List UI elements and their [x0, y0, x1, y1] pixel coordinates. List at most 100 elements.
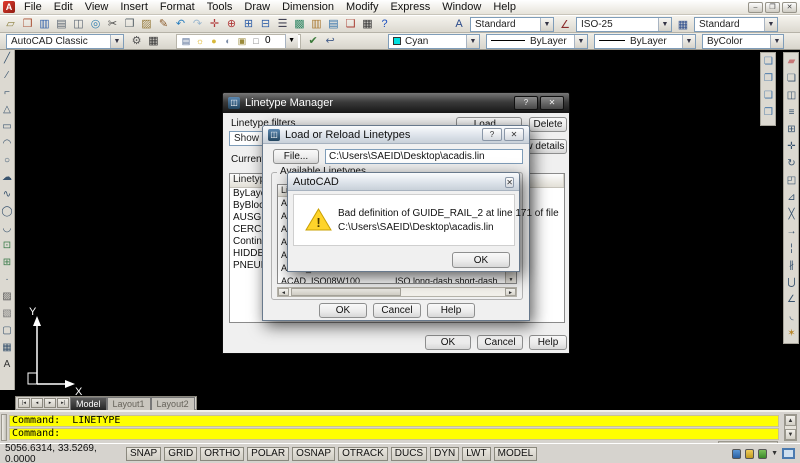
break-at-point-icon[interactable]: ¦: [784, 240, 799, 257]
scroll-right-icon[interactable]: ►: [505, 288, 516, 296]
undo-icon[interactable]: ↶: [172, 16, 189, 32]
ellipse-arc-icon[interactable]: ◡: [0, 220, 15, 237]
make-object-layer-current-icon[interactable]: ✔: [305, 33, 322, 49]
region-icon[interactable]: ▢: [0, 322, 15, 339]
status-toggle[interactable]: SNAP: [126, 446, 162, 461]
spline-icon[interactable]: ∿: [0, 186, 15, 203]
cancel-button[interactable]: Cancel: [477, 335, 523, 350]
send-under-icon[interactable]: ❒: [761, 104, 776, 121]
status-toggle[interactable]: DUCS: [390, 446, 428, 461]
send-to-back-icon[interactable]: ❐: [761, 70, 776, 87]
status-toggle[interactable]: POLAR: [247, 446, 290, 461]
status-toggle[interactable]: MODEL: [493, 446, 538, 461]
sun-icon[interactable]: ●: [207, 34, 221, 48]
polygon-icon[interactable]: △: [0, 101, 15, 118]
sheetset-manager-icon[interactable]: ▤: [325, 16, 342, 32]
chevron-down-icon[interactable]: ▼: [284, 34, 298, 48]
move-icon[interactable]: ✛: [784, 138, 799, 155]
help-button[interactable]: Help: [529, 335, 567, 350]
clean-screen-button[interactable]: [782, 448, 795, 459]
ok-button[interactable]: OK: [452, 252, 510, 268]
plot-layer-icon[interactable]: ▣: [235, 34, 249, 48]
menu-item[interactable]: File: [18, 0, 48, 15]
tab-nav-button[interactable]: ◂: [31, 398, 43, 408]
revision-cloud-icon[interactable]: ☁: [0, 169, 15, 186]
tab-layout1[interactable]: Layout1: [106, 396, 151, 410]
qnew-icon[interactable]: ▱: [2, 16, 19, 32]
color-combo[interactable]: Cyan ▼: [388, 33, 480, 49]
construction-line-icon[interactable]: ∕: [0, 67, 15, 84]
menu-item[interactable]: Draw: [238, 0, 276, 15]
erase-icon[interactable]: ▰: [784, 53, 799, 70]
explode-icon[interactable]: ✶: [784, 325, 799, 342]
linetype-row[interactable]: ACAD_ISO08W100 ISO long-dash short-dash …: [278, 275, 516, 283]
tab-nav-button[interactable]: ▸: [44, 398, 56, 408]
chamfer-icon[interactable]: ∠: [784, 291, 799, 308]
gradient-icon[interactable]: ▧: [0, 305, 15, 322]
load-linetypes-titlebar[interactable]: ◫ Load or Reload Linetypes ? ✕: [263, 126, 529, 144]
cut-icon[interactable]: ✂: [104, 16, 121, 32]
plot-icon[interactable]: ▤: [53, 16, 70, 32]
status-toggle[interactable]: DYN: [430, 446, 460, 461]
plot-style-combo[interactable]: ByColor ▼: [702, 33, 784, 49]
stretch-icon[interactable]: ⊿: [784, 189, 799, 206]
layer-color-swatch-icon[interactable]: □: [249, 34, 263, 48]
ellipse-icon[interactable]: ◯: [0, 203, 15, 220]
status-toggle[interactable]: OTRACK: [338, 446, 388, 461]
rectangle-icon[interactable]: ▭: [0, 118, 15, 135]
linetype-combo[interactable]: ByLayer ▼: [486, 33, 588, 49]
file-path-field[interactable]: C:\Users\SAEID\Desktop\acadis.lin: [325, 149, 523, 164]
chevron-down-icon[interactable]: ▼: [770, 34, 783, 48]
ok-button[interactable]: OK: [425, 335, 471, 350]
plot-preview-icon[interactable]: ◫: [70, 16, 87, 32]
zoom-window-icon[interactable]: ⊞: [240, 16, 257, 32]
copy-object-icon[interactable]: ❏: [784, 70, 799, 87]
open-icon[interactable]: ❒: [19, 16, 36, 32]
status-menu-arrow-icon[interactable]: ▼: [771, 450, 778, 457]
redo-icon[interactable]: ↷: [189, 16, 206, 32]
table-style-combo[interactable]: Standard ▼: [694, 16, 778, 32]
scroll-up-icon[interactable]: ▲: [785, 415, 796, 426]
make-block-icon[interactable]: ⊞: [0, 254, 15, 271]
menu-item[interactable]: Tools: [201, 0, 239, 15]
file-button[interactable]: File...: [273, 149, 319, 164]
zoom-realtime-icon[interactable]: ⊕: [223, 16, 240, 32]
paste-icon[interactable]: ▨: [138, 16, 155, 32]
insert-block-icon[interactable]: ⊡: [0, 237, 15, 254]
text-style-combo[interactable]: Standard ▼: [470, 16, 554, 32]
workspace-settings-icon[interactable]: ⚙: [128, 33, 145, 49]
status-toggle[interactable]: GRID: [164, 446, 198, 461]
command-scrollbar[interactable]: ▲ ▼: [784, 414, 797, 441]
my-workspace-icon[interactable]: ▦: [145, 33, 162, 49]
menu-item[interactable]: View: [79, 0, 115, 15]
bring-above-icon[interactable]: ❑: [761, 87, 776, 104]
rotate-icon[interactable]: ↻: [784, 155, 799, 172]
status-toggle[interactable]: LWT: [462, 446, 491, 461]
zoom-previous-icon[interactable]: ⊟: [257, 16, 274, 32]
toolbar-lock-icon[interactable]: [745, 448, 755, 459]
menu-item[interactable]: Express: [384, 0, 436, 15]
mirror-icon[interactable]: ◫: [784, 87, 799, 104]
tab-model[interactable]: Model: [70, 396, 107, 410]
break-icon[interactable]: ∦: [784, 257, 799, 274]
help-titlebar-button[interactable]: ?: [482, 128, 502, 141]
circle-icon[interactable]: ○: [0, 152, 15, 169]
save-icon[interactable]: ▥: [36, 16, 53, 32]
communication-center-icon[interactable]: [732, 448, 742, 459]
menu-item[interactable]: Format: [154, 0, 201, 15]
quickcalc-icon[interactable]: ▦: [359, 16, 376, 32]
layer-properties-icon[interactable]: ▤: [179, 34, 193, 48]
close-titlebar-button[interactable]: ✕: [540, 96, 564, 110]
offset-icon[interactable]: ≡: [784, 104, 799, 121]
close-button[interactable]: ✕: [782, 1, 797, 13]
line-icon[interactable]: ╱: [0, 50, 15, 67]
markup-manager-icon[interactable]: ❑: [342, 16, 359, 32]
status-toggle[interactable]: ORTHO: [200, 446, 245, 461]
tab-nav-button[interactable]: |◂: [18, 398, 30, 408]
chevron-down-icon[interactable]: ▼: [540, 17, 553, 31]
menu-item[interactable]: Window: [436, 0, 487, 15]
scroll-down-icon[interactable]: ▼: [506, 277, 516, 283]
extend-icon[interactable]: →: [784, 223, 799, 240]
bring-to-front-icon[interactable]: ❏: [761, 53, 776, 70]
chevron-down-icon[interactable]: ▼: [574, 34, 587, 48]
